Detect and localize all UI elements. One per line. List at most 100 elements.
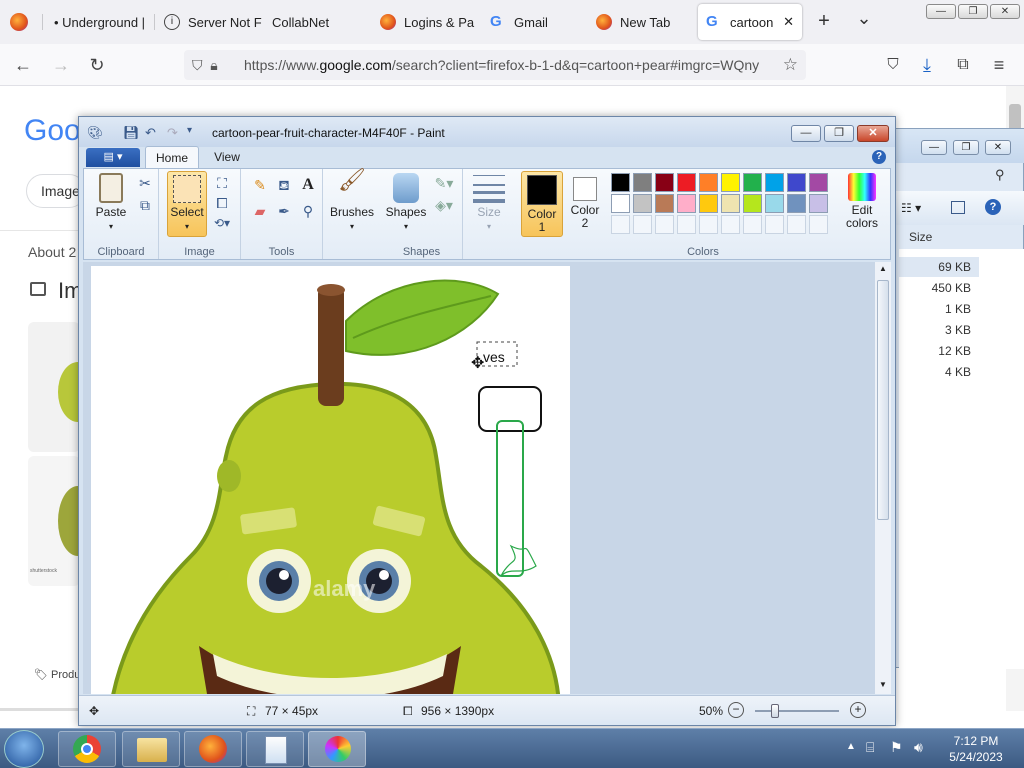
custom-color-slot[interactable]: [611, 215, 630, 234]
color-swatch[interactable]: [743, 194, 762, 213]
save-icon[interactable]: 💾︎: [123, 125, 140, 141]
color-swatch[interactable]: [765, 173, 784, 192]
tab-gmail[interactable]: G Gmail: [482, 4, 590, 40]
size-button[interactable]: Size ▾: [469, 175, 509, 233]
downloads-icon[interactable]: ⤓: [914, 52, 940, 78]
file-menu-button[interactable]: ▤ ▾: [86, 148, 140, 167]
show-hidden-icons[interactable]: ▲: [846, 741, 856, 752]
color-swatch[interactable]: [809, 194, 828, 213]
close-button[interactable]: ✕: [857, 125, 889, 142]
back-arrow-icon[interactable]: ←: [10, 52, 36, 78]
list-all-tabs-icon[interactable]: ⌄: [854, 8, 874, 32]
text-tool-icon[interactable]: A: [297, 175, 319, 195]
file-size[interactable]: 12 KB: [899, 341, 979, 361]
paste-button[interactable]: Paste ▾: [90, 173, 132, 233]
drawing-canvas[interactable]: alamy ves ✥: [91, 266, 570, 694]
undo-icon[interactable]: ↶: [145, 125, 156, 141]
file-size[interactable]: 450 KB: [899, 278, 979, 298]
color-swatch[interactable]: [787, 194, 806, 213]
eraser-icon[interactable]: ▰: [249, 201, 271, 221]
search-icon[interactable]: ⚲: [995, 167, 1005, 183]
color-swatch[interactable]: [743, 173, 762, 192]
customize-qat-icon[interactable]: ▾: [187, 125, 192, 136]
outline-icon[interactable]: ✎▾: [433, 173, 455, 193]
tab-logins[interactable]: Logins & Pa: [372, 4, 480, 40]
close-button[interactable]: ✕: [985, 140, 1011, 155]
firefox-view-icon[interactable]: [10, 13, 28, 31]
select-button[interactable]: Select ▾: [167, 171, 207, 237]
column-header-size[interactable]: Size: [909, 230, 932, 244]
lock-icon[interactable]: 🔒︎: [210, 57, 217, 73]
image-thumbnail[interactable]: [28, 322, 80, 452]
color-swatch[interactable]: [699, 173, 718, 192]
paint-taskbar-button[interactable]: [308, 731, 366, 767]
scrollbar-thumb[interactable]: [877, 280, 889, 520]
custom-color-slot[interactable]: [721, 215, 740, 234]
color-swatch[interactable]: [809, 173, 828, 192]
image-thumbnail[interactable]: shutterstock: [28, 456, 80, 586]
color-swatch[interactable]: [765, 194, 784, 213]
maximize-button[interactable]: ❐: [824, 125, 854, 142]
firefox-taskbar-button[interactable]: [184, 731, 242, 767]
pencil-icon[interactable]: ✎: [249, 175, 271, 195]
chrome-taskbar-button[interactable]: [58, 731, 116, 767]
minimize-button[interactable]: —: [791, 125, 821, 142]
fill-bucket-icon[interactable]: ⛾: [273, 175, 295, 195]
minimize-button[interactable]: —: [921, 140, 947, 155]
reload-icon[interactable]: ↻: [84, 52, 110, 78]
file-size[interactable]: 69 KB: [899, 257, 979, 277]
horizontal-scrollbar[interactable]: [0, 708, 90, 711]
color-swatch[interactable]: [611, 194, 630, 213]
url-text[interactable]: https://www.google.com/search?client=fir…: [244, 50, 779, 80]
file-size[interactable]: 1 KB: [899, 299, 979, 319]
brushes-button[interactable]: 🖌︎ Brushes ▾: [327, 169, 377, 233]
rotate-icon[interactable]: ⟲▾: [211, 213, 233, 233]
maximize-button[interactable]: ❐: [958, 4, 988, 19]
tab-cartoon-pear[interactable]: G cartoon p ✕: [698, 4, 802, 40]
tab-home[interactable]: Home: [145, 146, 199, 168]
custom-color-slot[interactable]: [787, 215, 806, 234]
view-options-icon[interactable]: ☷ ▾: [901, 201, 921, 215]
file-size[interactable]: 4 KB: [899, 362, 979, 382]
redo-icon[interactable]: ↷: [167, 125, 178, 141]
menu-icon[interactable]: ≡: [986, 52, 1012, 78]
product-label[interactable]: 🏷︎ Produ: [34, 668, 80, 681]
color-swatch[interactable]: [677, 173, 696, 192]
network-icon[interactable]: ⌸: [866, 739, 874, 756]
minimize-button[interactable]: —: [926, 4, 956, 19]
copy-icon[interactable]: ⧉: [134, 195, 156, 215]
color2-button[interactable]: Color 2: [567, 173, 603, 230]
color-swatch[interactable]: [611, 173, 630, 192]
resize-icon[interactable]: ⧠: [211, 193, 233, 213]
bookmark-star-icon[interactable]: ☆: [783, 50, 798, 80]
shapes-button[interactable]: Shapes ▾: [383, 173, 429, 233]
tab-collabnet[interactable]: CollabNet: [264, 4, 370, 40]
color-swatch[interactable]: [721, 173, 740, 192]
magnifier-icon[interactable]: ⚲: [297, 201, 319, 221]
crop-icon[interactable]: ⛶: [211, 173, 233, 193]
help-icon[interactable]: ?: [872, 150, 886, 164]
color1-button[interactable]: Color 1: [521, 171, 563, 237]
color-swatch[interactable]: [699, 194, 718, 213]
scroll-up-icon[interactable]: ▲: [876, 264, 890, 276]
notepad-taskbar-button[interactable]: [246, 731, 304, 767]
custom-color-slot[interactable]: [743, 215, 762, 234]
custom-color-slot[interactable]: [809, 215, 828, 234]
custom-color-slot[interactable]: [699, 215, 718, 234]
custom-color-slot[interactable]: [765, 215, 784, 234]
forward-arrow-icon[interactable]: →: [48, 52, 74, 78]
google-logo[interactable]: Goo: [24, 114, 81, 148]
maximize-button[interactable]: ❐: [953, 140, 979, 155]
fill-icon[interactable]: ◈▾: [433, 195, 455, 215]
close-tab-icon[interactable]: ✕: [783, 14, 794, 30]
tab-underground[interactable]: • Underground |: [46, 4, 154, 40]
color-swatch[interactable]: [655, 194, 674, 213]
extensions-icon[interactable]: ⧉: [950, 52, 976, 78]
tab-view[interactable]: View: [205, 146, 249, 168]
custom-color-slot[interactable]: [677, 215, 696, 234]
custom-color-slot[interactable]: [655, 215, 674, 234]
color-swatch[interactable]: [721, 194, 740, 213]
tracking-protection-icon[interactable]: ⛉ 🔒︎: [192, 50, 218, 80]
color-swatch[interactable]: [633, 194, 652, 213]
url-bar[interactable]: ⛉ 🔒︎ https://www.google.com/search?clien…: [184, 50, 806, 80]
